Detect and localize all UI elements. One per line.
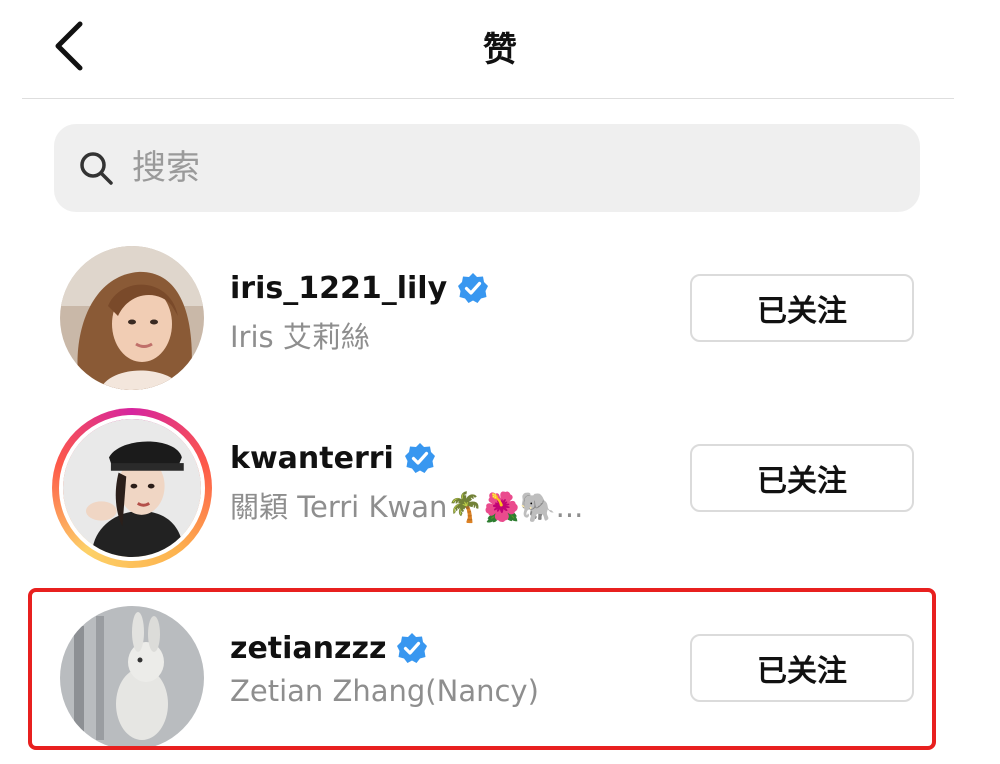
avatar-container[interactable] bbox=[52, 598, 212, 758]
username[interactable]: zetianzzz bbox=[230, 631, 386, 666]
header: 赞 bbox=[0, 0, 1000, 98]
following-button[interactable]: 已关注 bbox=[690, 634, 914, 702]
full-name: Iris 艾莉絲 bbox=[230, 320, 370, 354]
verified-badge-icon bbox=[404, 443, 435, 473]
user-row[interactable]: zetianzzz Zetian Zhang(Nancy) 已关注 bbox=[0, 598, 1000, 750]
avatar bbox=[60, 606, 204, 750]
search-icon bbox=[80, 152, 113, 185]
page-title: 赞 bbox=[483, 30, 517, 70]
username-line: kwanterri bbox=[230, 438, 436, 478]
search-bar[interactable] bbox=[54, 124, 920, 212]
search-input[interactable] bbox=[132, 142, 892, 194]
username-line: zetianzzz bbox=[230, 628, 428, 668]
user-row[interactable]: kwanterri 關穎 Terri Kwan🌴🌺🐘... 已关注 bbox=[0, 408, 1000, 568]
user-row[interactable]: iris_1221_lily Iris 艾莉絲 已关注 bbox=[0, 238, 1000, 390]
header-divider bbox=[22, 98, 954, 99]
verified-badge-icon bbox=[458, 273, 489, 303]
username-line: iris_1221_lily bbox=[230, 268, 489, 308]
avatar-story-ring[interactable] bbox=[52, 408, 212, 568]
avatar bbox=[60, 246, 204, 390]
following-button[interactable]: 已关注 bbox=[690, 444, 914, 512]
following-button[interactable]: 已关注 bbox=[690, 274, 914, 342]
verified-badge-icon bbox=[397, 633, 428, 663]
avatar bbox=[59, 415, 205, 561]
full-name: 關穎 Terri Kwan🌴🌺🐘... bbox=[230, 490, 584, 524]
username[interactable]: kwanterri bbox=[230, 441, 394, 476]
username[interactable]: iris_1221_lily bbox=[230, 271, 447, 306]
likes-page: 赞 搜索 iris_1221_lily Iris 艾莉絲 已关注 kwanter… bbox=[0, 0, 1000, 764]
avatar-container[interactable] bbox=[52, 238, 212, 398]
full-name: Zetian Zhang(Nancy) bbox=[230, 674, 539, 708]
